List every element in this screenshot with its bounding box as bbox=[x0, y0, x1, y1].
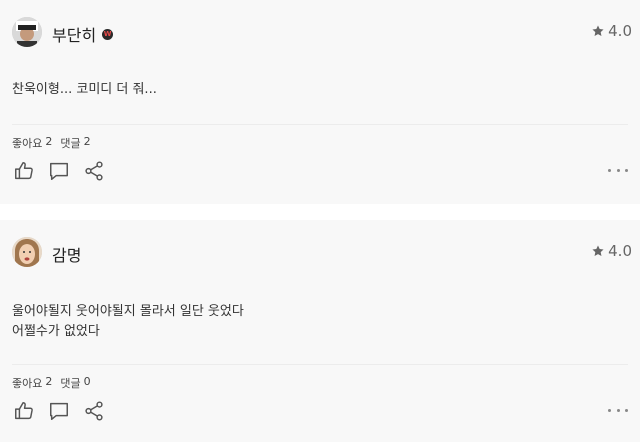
likes-number: 2 bbox=[45, 375, 53, 388]
comment-header: 감명 4.0 bbox=[12, 234, 632, 274]
username[interactable]: 부단히 W bbox=[52, 22, 114, 46]
thumbs-up-icon bbox=[14, 161, 33, 179]
share-button[interactable] bbox=[82, 399, 105, 422]
replies-label: 댓글 bbox=[60, 377, 81, 390]
replies-count: 댓글 0 bbox=[60, 375, 90, 391]
speech-bubble-icon bbox=[49, 162, 68, 180]
share-button[interactable] bbox=[82, 159, 105, 182]
rating-value: 4.0 bbox=[608, 22, 632, 40]
replies-label: 댓글 bbox=[60, 137, 81, 150]
more-options-button[interactable] bbox=[608, 406, 628, 414]
comment-actions bbox=[12, 399, 105, 422]
more-horizontal-icon bbox=[608, 168, 611, 172]
divider bbox=[12, 364, 628, 365]
replies-number: 0 bbox=[83, 375, 91, 388]
comment-actions bbox=[12, 159, 105, 182]
like-button[interactable] bbox=[12, 399, 35, 422]
user-badge-icon: W bbox=[102, 28, 114, 40]
likes-count: 좋아요 2 bbox=[12, 135, 52, 151]
star-icon bbox=[592, 245, 604, 256]
username-text[interactable]: 부단히 bbox=[52, 22, 96, 46]
comment-stats: 좋아요 2 댓글 0 bbox=[12, 375, 91, 391]
comment-stats: 좋아요 2 댓글 2 bbox=[12, 135, 91, 151]
star-icon bbox=[592, 25, 604, 36]
replies-count: 댓글 2 bbox=[60, 135, 90, 151]
likes-label: 좋아요 bbox=[12, 377, 43, 390]
comment-header: 부단히 W 4.0 bbox=[12, 14, 632, 54]
divider bbox=[12, 124, 628, 125]
speech-bubble-icon bbox=[49, 402, 68, 420]
username-text[interactable]: 감명 bbox=[52, 242, 81, 266]
comment-card: 부단히 W 4.0 찬욱이형... 코미디 더 줘... 좋아요 2 댓글 2 bbox=[0, 0, 640, 204]
thumbs-up-icon bbox=[14, 401, 33, 419]
comment-button[interactable] bbox=[47, 159, 70, 182]
comment-text: 찬욱이형... 코미디 더 줘... bbox=[12, 82, 157, 97]
comment-card: 감명 4.0 울어야될지 웃어야될지 몰라서 일단 웃었다 어쩔수가 없었다 좋… bbox=[0, 220, 640, 442]
comment-text: 울어야될지 웃어야될지 몰라서 일단 웃었다 어쩔수가 없었다 bbox=[12, 304, 244, 339]
rating: 4.0 bbox=[591, 242, 632, 260]
likes-label: 좋아요 bbox=[12, 137, 43, 150]
replies-number: 2 bbox=[83, 135, 91, 148]
more-horizontal-icon bbox=[608, 408, 611, 412]
comment-button[interactable] bbox=[47, 399, 70, 422]
share-icon bbox=[84, 160, 103, 181]
avatar[interactable] bbox=[12, 237, 42, 267]
username[interactable]: 감명 bbox=[52, 242, 81, 266]
more-options-button[interactable] bbox=[608, 166, 628, 174]
share-icon bbox=[84, 400, 103, 421]
rating-value: 4.0 bbox=[608, 242, 632, 260]
avatar[interactable] bbox=[12, 17, 42, 47]
likes-number: 2 bbox=[45, 135, 53, 148]
rating: 4.0 bbox=[591, 22, 632, 40]
like-button[interactable] bbox=[12, 159, 35, 182]
likes-count: 좋아요 2 bbox=[12, 375, 52, 391]
